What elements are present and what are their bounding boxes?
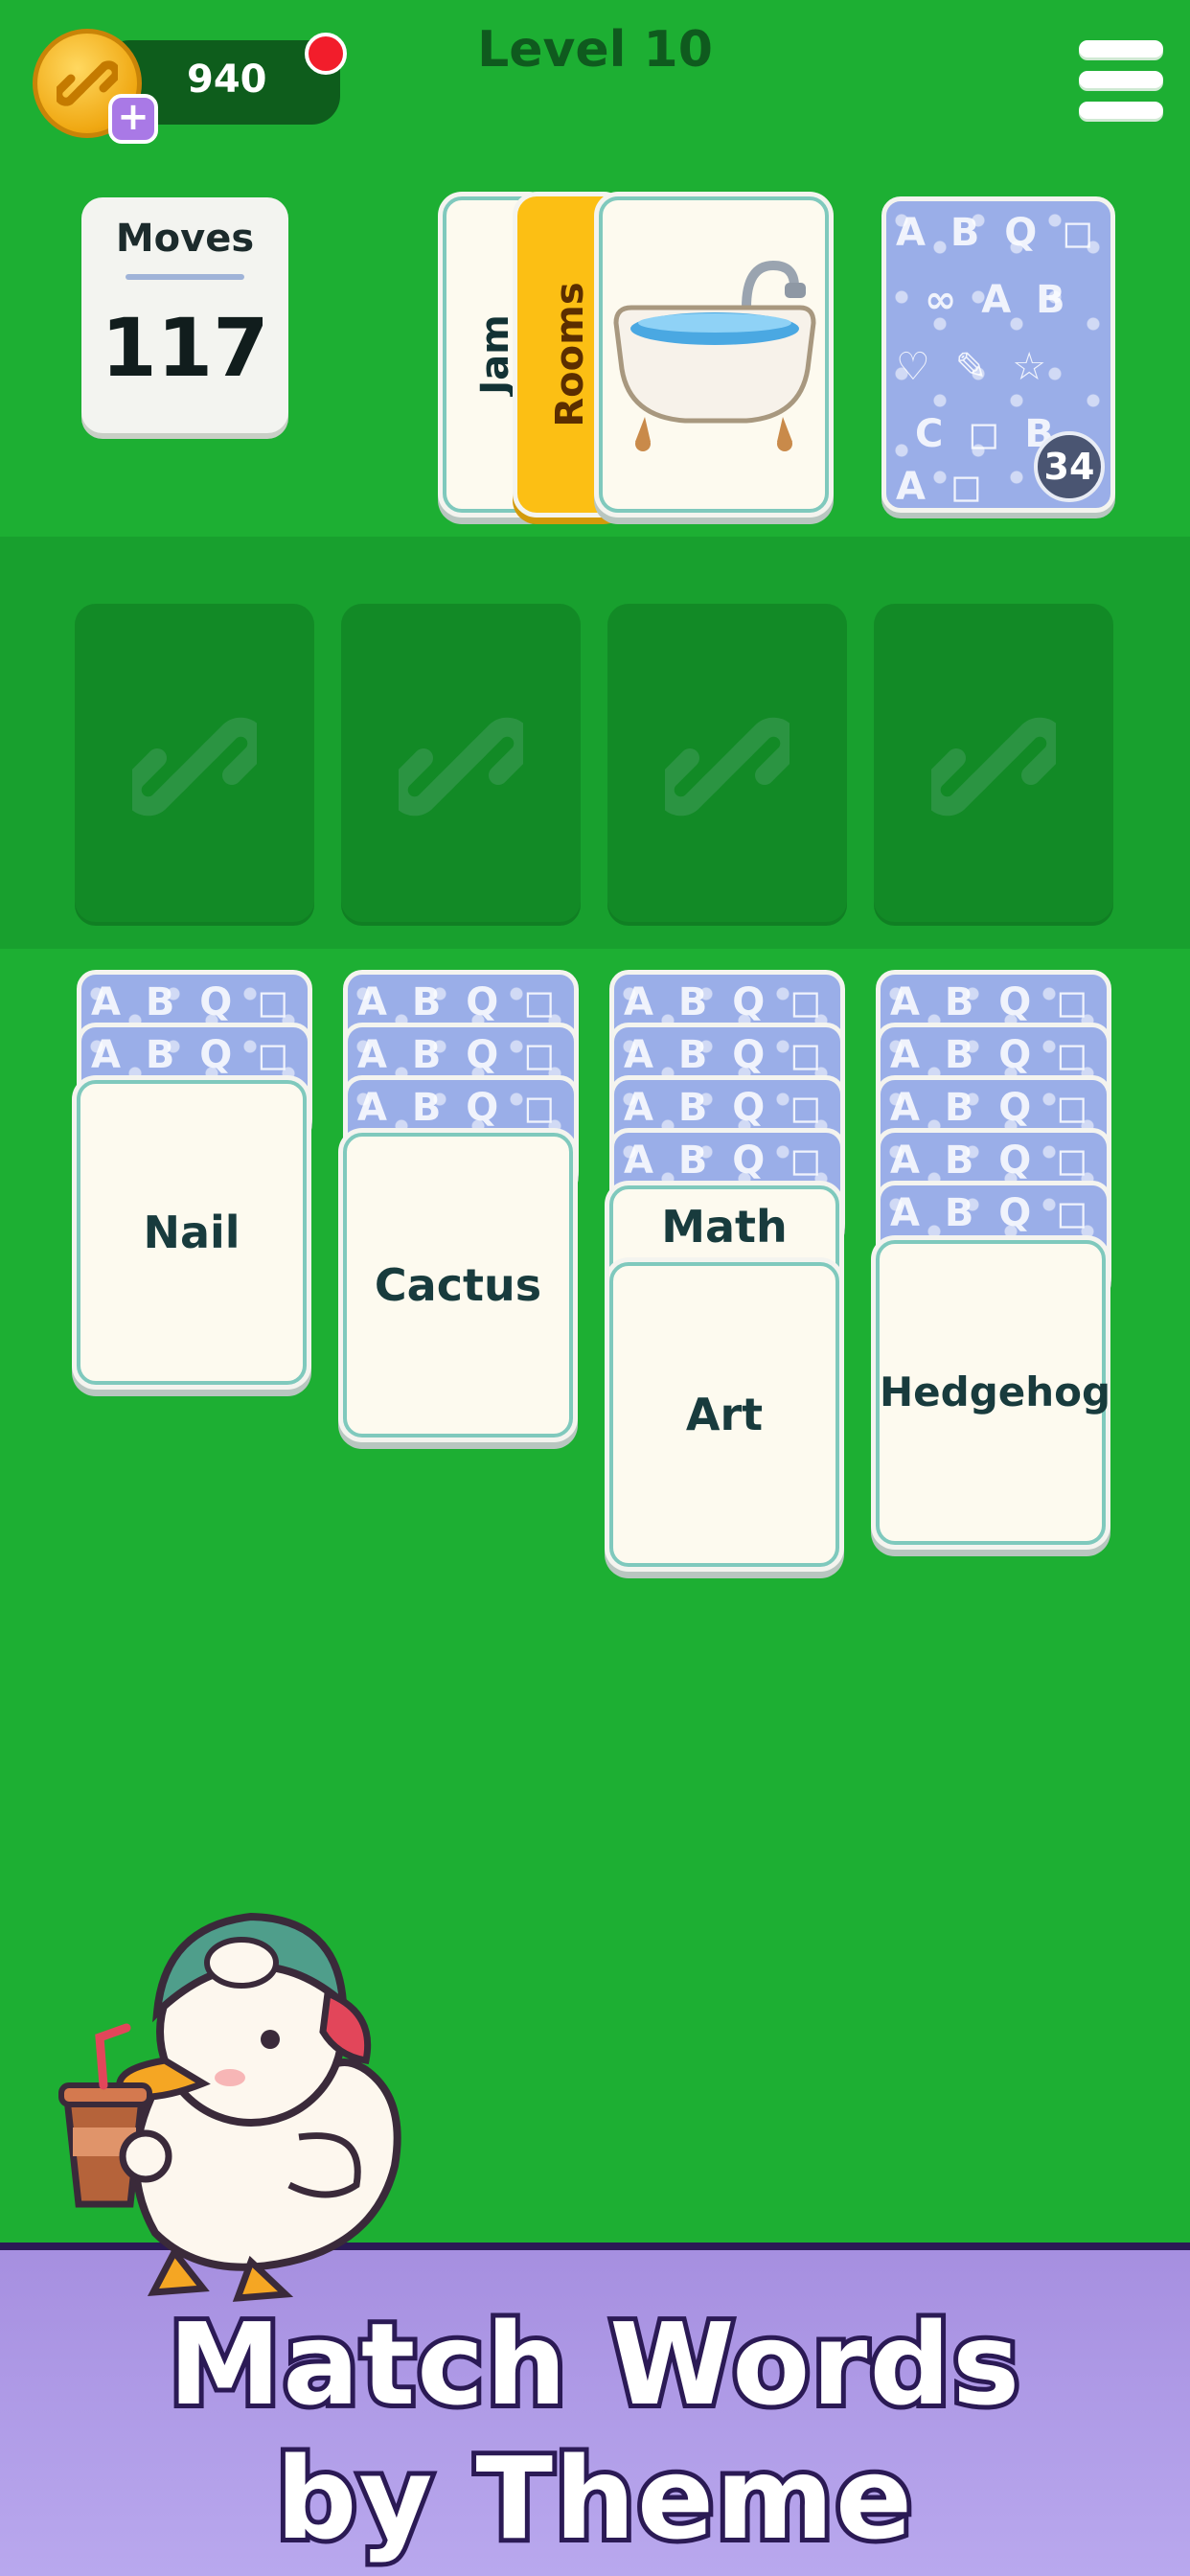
- card-back-pattern: ∞ A B: [925, 278, 1071, 322]
- foundation-slot[interactable]: [75, 604, 314, 926]
- moves-divider: [126, 274, 244, 280]
- card-back-pattern: A B Q ◻: [890, 1086, 1094, 1130]
- card-back-pattern: A B Q ◻: [357, 980, 561, 1024]
- word-card[interactable]: Nail: [77, 1080, 307, 1385]
- stock-count-badge: 34: [1034, 431, 1105, 502]
- stock-pile[interactable]: A B Q ◻ ∞ A B ♡ ✎ ☆ C ◻ B A ◻ 34: [881, 196, 1115, 513]
- tableau-column-1: A B Q ◻ A B Q ◻ Nail: [77, 970, 312, 1392]
- moves-value: 117: [101, 301, 269, 395]
- card-back-pattern: A B Q ◻: [890, 980, 1094, 1024]
- card-back-pattern: A B Q ◻: [624, 1138, 828, 1183]
- menu-button[interactable]: [1079, 40, 1163, 125]
- foundation-slot[interactable]: [874, 604, 1113, 926]
- word-card[interactable]: Art: [609, 1262, 839, 1567]
- card-word: Hedgehog: [880, 1368, 1111, 1415]
- moves-counter: Moves 117: [81, 197, 288, 433]
- card-back-pattern: A B Q ◻: [890, 1033, 1094, 1077]
- word-card[interactable]: Hedgehog: [876, 1240, 1111, 1545]
- card-word: Art: [685, 1389, 764, 1440]
- add-coins-button[interactable]: +: [108, 94, 158, 144]
- tableau-column-4: A B Q ◻ A B Q ◻ A B Q ◻ A B Q ◻ A B Q ◻ …: [876, 970, 1111, 1564]
- card-back-pattern: A B Q ◻: [357, 1033, 561, 1077]
- card-back-pattern: A B Q ◻: [91, 980, 295, 1024]
- link-icon: [132, 717, 257, 816]
- card-word: Nail: [143, 1207, 240, 1258]
- link-icon: [665, 717, 790, 816]
- level-title: Level 10: [477, 21, 713, 79]
- bathtub-icon: [613, 260, 816, 451]
- tableau-column-3: A B Q ◻ A B Q ◻ A B Q ◻ A B Q ◻ Math Art: [609, 970, 845, 1583]
- card-word: Cactus: [374, 1259, 542, 1311]
- tableau-column-2: A B Q ◻ A B Q ◻ A B Q ◻ Cactus: [343, 970, 579, 1449]
- card-back-pattern: A B Q ◻: [890, 1191, 1094, 1235]
- card-back-pattern: A B Q ◻: [624, 1033, 828, 1077]
- card-word: Rooms: [548, 282, 592, 427]
- card-back-pattern: ♡ ✎ ☆: [896, 345, 1053, 389]
- link-icon: [931, 717, 1056, 816]
- link-icon: [399, 717, 523, 816]
- foundation-slot[interactable]: [341, 604, 581, 926]
- banner-line-1: Match Words: [164, 2293, 1024, 2435]
- menu-bar-icon: [1079, 102, 1163, 119]
- foundation-slot[interactable]: [607, 604, 847, 926]
- waste-card-bathtub[interactable]: [599, 196, 829, 513]
- menu-bar-icon: [1079, 71, 1163, 88]
- card-back-pattern: A B Q ◻: [91, 1033, 295, 1077]
- card-back-pattern: A B Q ◻: [896, 211, 1100, 255]
- moves-label: Moves: [115, 217, 255, 261]
- card-back-pattern: A B Q ◻: [890, 1138, 1094, 1183]
- card-back-pattern: A B Q ◻: [357, 1086, 561, 1130]
- card-back-pattern: A B Q ◻: [624, 1086, 828, 1130]
- duck-mascot-icon: [58, 1912, 401, 2302]
- card-word: Math: [661, 1201, 788, 1253]
- card-word: Jam: [473, 314, 517, 395]
- word-card[interactable]: Cactus: [343, 1133, 573, 1438]
- banner-line-2: by Theme: [271, 2427, 917, 2569]
- card-back-pattern: A B Q ◻: [624, 980, 828, 1024]
- menu-bar-icon: [1079, 40, 1163, 58]
